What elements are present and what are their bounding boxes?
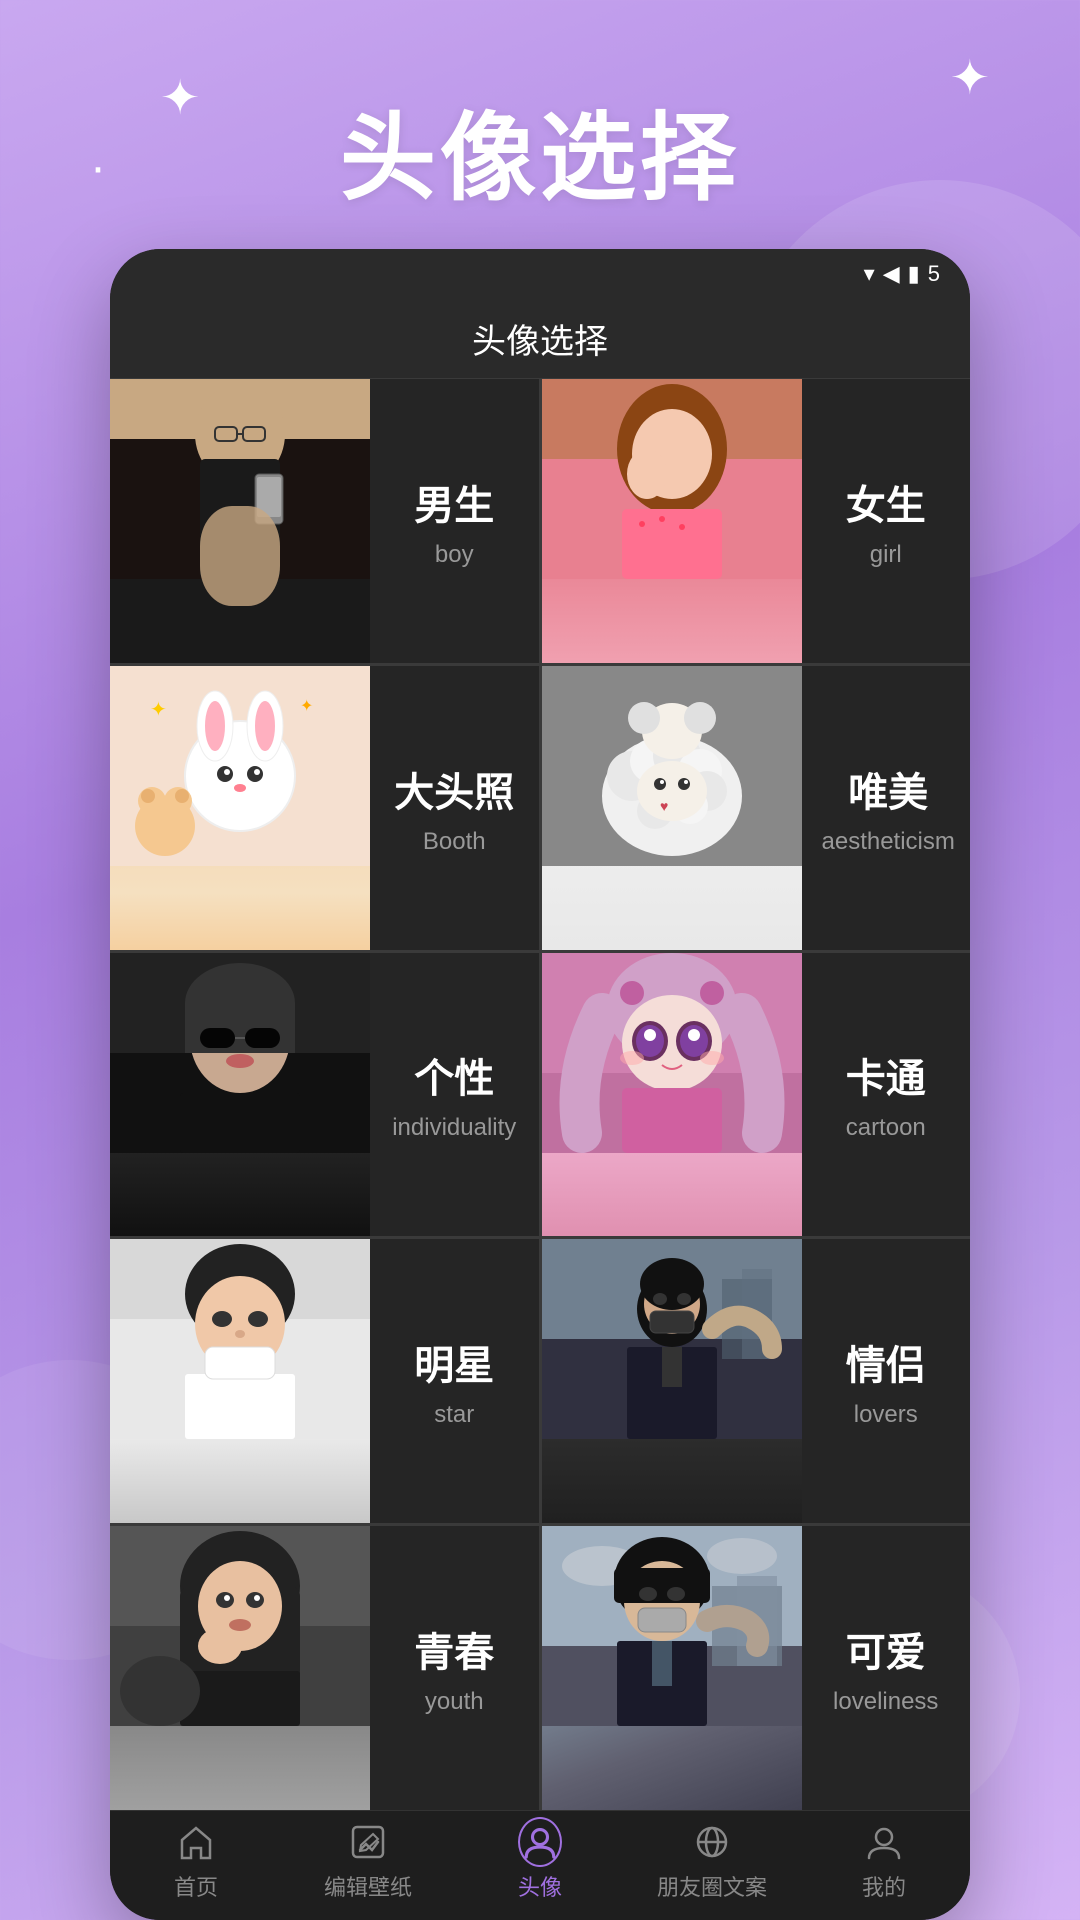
image-lovers <box>542 1239 802 1523</box>
cell-title-en-loveliness: loveliness <box>833 1688 938 1716</box>
battery-icon: ▮ <box>908 261 920 287</box>
avatar-icon <box>518 1820 562 1864</box>
nav-item-avatar[interactable]: 头像 <box>454 1820 626 1902</box>
phone-mockup: ▾ ◀ ▮ 5 头像选择 <box>110 249 970 1920</box>
svg-text:♥: ♥ <box>660 798 668 814</box>
svg-text:✦: ✦ <box>300 698 313 715</box>
cell-title-en-youth: youth <box>425 1688 484 1716</box>
top-header: ✦ ✦ · 头像选择 <box>0 0 1080 249</box>
nav-label-profile: 我的 <box>862 1870 906 1902</box>
cell-text-star: 明星 star <box>370 1313 539 1449</box>
nav-item-profile[interactable]: 我的 <box>798 1820 970 1902</box>
status-bar: ▾ ◀ ▮ 5 <box>110 249 970 299</box>
image-booth: ✦ ✦ <box>110 666 370 950</box>
grid-cell-girl[interactable]: 女生 girl <box>542 379 971 663</box>
image-youth <box>110 1526 370 1810</box>
nav-item-moments[interactable]: 朋友圈文案 <box>626 1820 798 1902</box>
cell-title-zh-star: 明星 <box>414 1333 494 1391</box>
grid-cell-loveliness[interactable]: 可爱 loveliness <box>542 1526 971 1810</box>
cell-title-zh-aestheticism: 唯美 <box>848 760 928 818</box>
cell-title-en-individuality: individuality <box>392 1114 516 1142</box>
wifi-icon: ▾ <box>864 261 875 287</box>
image-individuality <box>110 953 370 1237</box>
cell-title-zh-lovers: 情侣 <box>846 1333 926 1391</box>
grid-cell-booth[interactable]: ✦ ✦ 大头照 Booth <box>110 666 539 950</box>
bottom-nav: 首页 编辑壁纸 头像 <box>110 1810 970 1920</box>
cell-title-zh-individuality: 个性 <box>414 1046 494 1104</box>
cell-title-zh-boy: 男生 <box>414 473 494 531</box>
nav-label-edit-wallpaper: 编辑壁纸 <box>324 1870 412 1902</box>
cell-text-cartoon: 卡通 cartoon <box>802 1026 971 1162</box>
cell-text-aestheticism: 唯美 aestheticism <box>802 740 971 876</box>
cell-title-zh-girl: 女生 <box>846 473 926 531</box>
nav-label-moments: 朋友圈文案 <box>657 1870 767 1902</box>
cell-title-en-star: star <box>434 1401 474 1429</box>
grid-cell-individuality[interactable]: 个性 individuality <box>110 953 539 1237</box>
cell-title-en-booth: Booth <box>423 828 486 856</box>
cell-title-zh-cartoon: 卡通 <box>846 1046 926 1104</box>
sparkle-icon-1: ✦ <box>160 70 200 126</box>
cell-text-individuality: 个性 individuality <box>370 1026 539 1162</box>
grid-cell-star[interactable]: 明星 star <box>110 1239 539 1523</box>
image-loveliness <box>542 1526 802 1810</box>
grid-cell-cartoon[interactable]: 卡通 cartoon <box>542 953 971 1237</box>
battery-level: 5 <box>928 261 940 287</box>
sparkle-icon-3: · <box>90 140 106 195</box>
cell-text-girl: 女生 girl <box>802 453 971 589</box>
avatar-icon-circle <box>518 1817 562 1867</box>
cell-text-youth: 青春 youth <box>370 1600 539 1736</box>
grid-cell-lovers[interactable]: 情侣 lovers <box>542 1239 971 1523</box>
signal-icon: ◀ <box>883 261 900 287</box>
cell-title-zh-loveliness: 可爱 <box>846 1620 926 1678</box>
grid-cell-youth[interactable]: 青春 youth <box>110 1526 539 1810</box>
app-header-title: 头像选择 <box>472 314 608 363</box>
grid-cell-aestheticism[interactable]: ♥ 唯美 aestheticism <box>542 666 971 950</box>
profile-icon <box>862 1820 906 1864</box>
edit-wallpaper-icon <box>346 1820 390 1864</box>
cell-title-en-boy: boy <box>435 541 474 569</box>
cell-title-en-aestheticism: aestheticism <box>822 828 955 856</box>
svg-text:✦: ✦ <box>150 699 167 721</box>
grid-cell-boy[interactable]: 男生 boy <box>110 379 539 663</box>
moments-icon <box>690 1820 734 1864</box>
image-aestheticism: ♥ <box>542 666 802 950</box>
image-boy <box>110 379 370 663</box>
nav-item-home[interactable]: 首页 <box>110 1820 282 1902</box>
home-icon <box>174 1820 218 1864</box>
cell-title-en-lovers: lovers <box>854 1401 918 1429</box>
nav-item-edit-wallpaper[interactable]: 编辑壁纸 <box>282 1820 454 1902</box>
image-star <box>110 1239 370 1523</box>
content-grid: 男生 boy <box>110 379 970 1810</box>
cell-title-zh-youth: 青春 <box>414 1620 494 1678</box>
sparkle-icon-2: ✦ <box>950 50 990 106</box>
cell-title-en-cartoon: cartoon <box>846 1114 926 1142</box>
cell-text-boy: 男生 boy <box>370 453 539 589</box>
app-header: 头像选择 <box>110 299 970 379</box>
status-icons: ▾ ◀ ▮ 5 <box>864 261 940 287</box>
cell-text-lovers: 情侣 lovers <box>802 1313 971 1449</box>
cell-title-en-girl: girl <box>870 541 902 569</box>
nav-label-home: 首页 <box>174 1870 218 1902</box>
cell-title-zh-booth: 大头照 <box>394 760 514 818</box>
image-cartoon <box>542 953 802 1237</box>
cell-text-loveliness: 可爱 loveliness <box>802 1600 971 1736</box>
nav-label-avatar: 头像 <box>518 1870 562 1902</box>
cell-text-booth: 大头照 Booth <box>370 740 539 876</box>
image-girl <box>542 379 802 663</box>
